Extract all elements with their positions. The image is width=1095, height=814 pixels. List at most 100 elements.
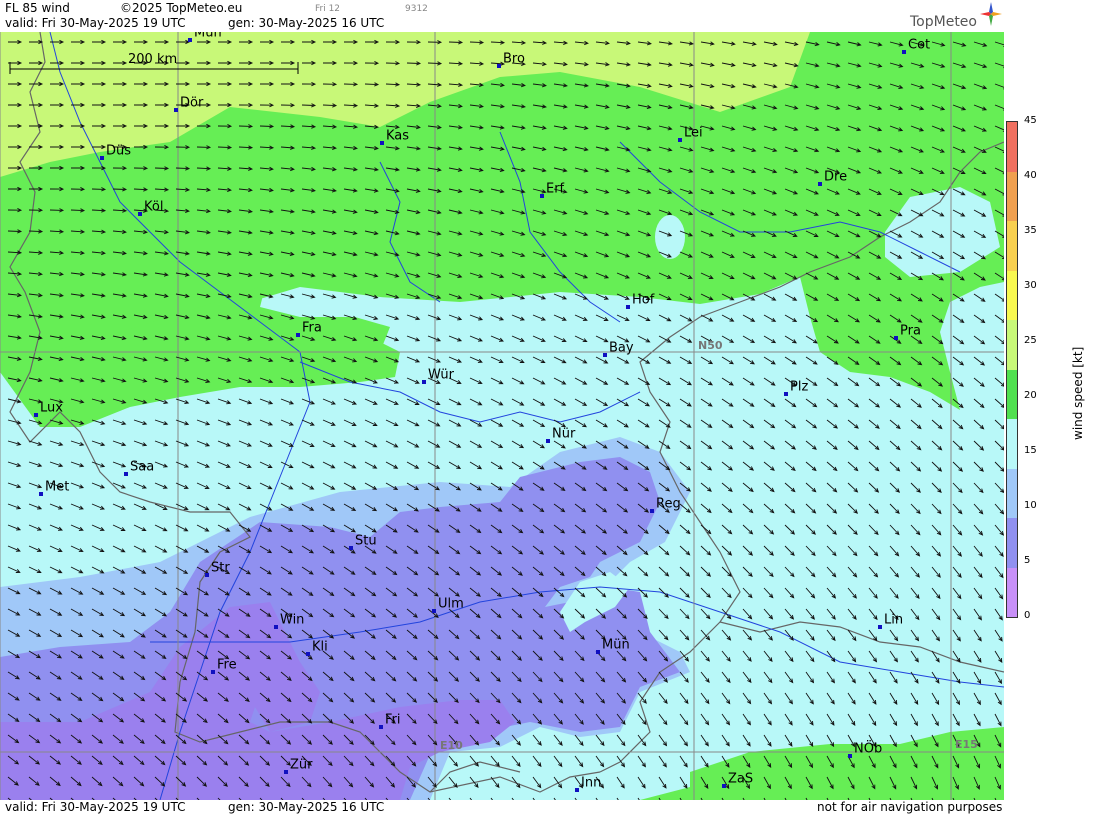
city-marker	[546, 439, 550, 443]
colorbar-segment	[1007, 320, 1017, 370]
footer-valid-time: valid: Fri 30-May-2025 19 UTC	[5, 800, 186, 814]
colorbar-tick-label: 5	[1024, 555, 1031, 566]
city-label: Kas	[386, 128, 410, 144]
city-label: Ulm	[438, 596, 464, 612]
city-label: Inn	[581, 775, 602, 791]
city-label: Fre	[217, 657, 237, 673]
city-label: Mün	[602, 637, 630, 653]
city-marker	[902, 50, 906, 54]
colorbar-tick-label: 30	[1024, 280, 1037, 291]
city-label: Stu	[355, 533, 377, 549]
city-marker	[379, 725, 383, 729]
city-marker	[878, 625, 882, 629]
colorbar-segment	[1007, 221, 1017, 271]
colorbar-segment	[1007, 270, 1017, 320]
city-marker	[422, 380, 426, 384]
city-marker	[138, 212, 142, 216]
city-label: Kli	[312, 639, 328, 655]
colorbar-title: wind speed [kt]	[1071, 346, 1085, 440]
city-marker	[188, 38, 192, 42]
colorbar-tick-label: 20	[1024, 390, 1037, 401]
city-marker	[626, 305, 630, 309]
city-label: ZaS	[728, 771, 754, 787]
city-marker	[306, 652, 310, 656]
city-marker	[818, 182, 822, 186]
city-marker	[205, 573, 209, 577]
city-marker	[575, 788, 579, 792]
city-marker	[848, 754, 852, 758]
city-marker	[497, 64, 501, 68]
colorbar-tick-label: 15	[1024, 445, 1037, 456]
city-label: Mün	[194, 32, 222, 41]
footer-disclaimer: not for air navigation purposes	[817, 800, 1003, 814]
city-label: Cot	[908, 37, 931, 53]
city-label: Nür	[552, 426, 576, 442]
city-label: Lin	[884, 612, 904, 628]
colorbar-segment	[1007, 171, 1017, 221]
city-marker	[100, 156, 104, 160]
wind-field-svg	[0, 32, 1004, 800]
colorbar-tick-label: 10	[1024, 500, 1037, 511]
gen-time: gen: 30-May-2025 16 UTC	[228, 16, 385, 30]
city-marker	[274, 625, 278, 629]
colorbar-segment	[1007, 369, 1017, 419]
city-label: Düs	[106, 143, 132, 159]
wind-map[interactable]: N50 E10 E15 200 km Mün Bro Cot Dör Kas Lei Düs…	[0, 32, 1004, 800]
city-label: Reg	[656, 496, 681, 512]
city-label: Wür	[428, 367, 454, 383]
city-marker	[174, 108, 178, 112]
city-marker	[34, 413, 38, 417]
city-label: Met	[45, 479, 70, 495]
compass-logo-icon	[980, 2, 1002, 26]
small-label-2: 9312	[405, 4, 428, 14]
city-marker	[603, 353, 607, 357]
city-marker	[124, 472, 128, 476]
colorbar-tick-label: 40	[1024, 170, 1037, 181]
city-marker	[211, 670, 215, 674]
city-marker	[894, 336, 898, 340]
city-label: Lei	[684, 125, 703, 141]
city-label: Bay	[609, 340, 634, 356]
city-label: Win	[280, 612, 305, 628]
city-marker	[432, 609, 436, 613]
small-label-1: Fri 12	[315, 4, 341, 14]
colorbar-segment	[1007, 567, 1017, 617]
city-label: Fra	[302, 320, 322, 336]
city-marker	[784, 392, 788, 396]
city-label: Dre	[824, 169, 848, 185]
city-label: Zür	[290, 757, 313, 773]
city-marker	[650, 509, 654, 513]
scale-label: 200 km	[128, 52, 178, 67]
city-marker	[678, 138, 682, 142]
grid-label-e15: E15	[955, 738, 978, 751]
city-marker	[722, 784, 726, 788]
colorbar-segment	[1007, 419, 1017, 469]
city-label: Fri	[385, 712, 401, 728]
city-marker	[284, 770, 288, 774]
city-marker	[380, 141, 384, 145]
copyright: ©2025 TopMeteo.eu	[120, 1, 243, 15]
city-marker	[296, 333, 300, 337]
colorbar-segment	[1007, 518, 1017, 568]
wind-speed-colorbar	[1006, 121, 1018, 618]
city-label: Dör	[180, 95, 204, 111]
topmeteo-logo: TopMeteo	[910, 14, 977, 30]
city-label: Lux	[40, 400, 63, 416]
colorbar-tick-label: 0	[1024, 610, 1031, 621]
colorbar-segment	[1007, 468, 1017, 518]
colorbar-tick-label: 35	[1024, 225, 1037, 236]
city-marker	[39, 492, 43, 496]
city-marker	[349, 546, 353, 550]
colorbar-segment	[1007, 122, 1017, 172]
city-label: Hof	[632, 292, 655, 308]
city-label: Erf	[546, 181, 565, 197]
city-label: Plz	[790, 379, 809, 395]
footer-gen-time: gen: 30-May-2025 16 UTC	[228, 800, 385, 814]
colorbar-tick-label: 25	[1024, 335, 1037, 346]
colorbar-tick-label: 45	[1024, 115, 1037, 126]
city-label: NÖb	[854, 741, 883, 757]
city-label: Köl	[144, 199, 164, 215]
valid-time: valid: Fri 30-May-2025 19 UTC	[5, 16, 186, 30]
city-marker	[596, 650, 600, 654]
city-label: Pra	[900, 323, 921, 339]
